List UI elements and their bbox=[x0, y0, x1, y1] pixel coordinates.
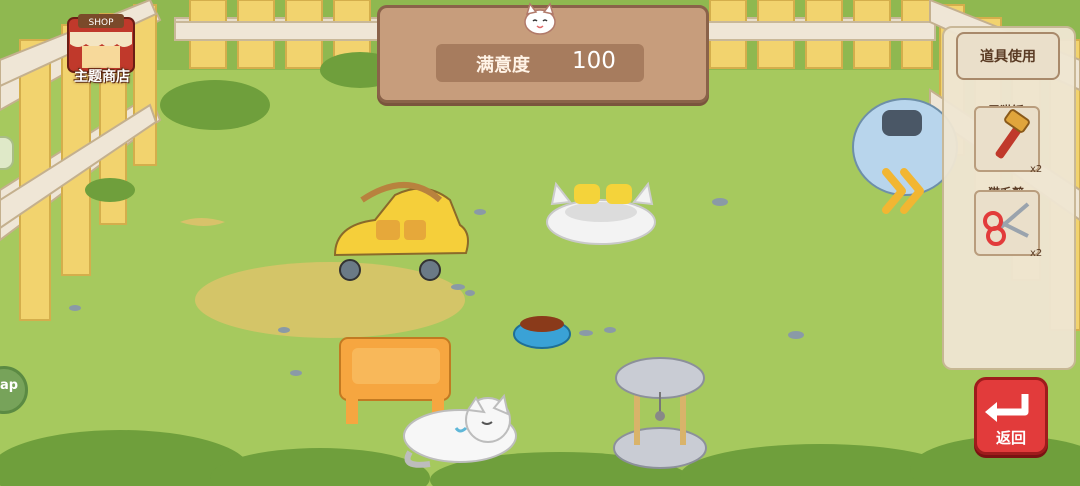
tool-slot-hammer[interactable] bbox=[974, 106, 1040, 172]
map-label[interactable]: ap bbox=[0, 378, 18, 393]
shop-label[interactable]: 主题商店 bbox=[60, 66, 144, 86]
return-arrow-icon bbox=[985, 394, 1029, 422]
tool-count-scissors: x2 bbox=[1030, 248, 1043, 259]
satisfaction-label: 满意度 bbox=[476, 55, 530, 76]
scissors-icon bbox=[983, 202, 1030, 246]
cat-face-icon bbox=[524, 2, 556, 35]
shop-sign: SHOP bbox=[89, 18, 115, 28]
side-tab[interactable] bbox=[0, 136, 14, 170]
satisfaction-value: 100 bbox=[572, 48, 616, 74]
tool-slot-scissors[interactable] bbox=[974, 190, 1040, 256]
return-label[interactable]: 返回 bbox=[974, 427, 1048, 448]
expand-arrow-icon[interactable] bbox=[880, 166, 930, 216]
food-bowl bbox=[513, 316, 571, 349]
tool-count-hammer: x2 bbox=[1030, 164, 1043, 175]
hammer-icon bbox=[995, 109, 1030, 159]
items-panel-title: 道具使用 bbox=[956, 32, 1060, 80]
